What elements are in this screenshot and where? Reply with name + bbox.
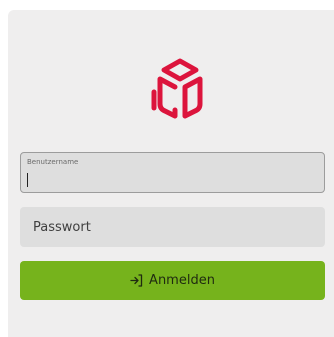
- text-caret: [27, 173, 28, 187]
- login-button-label: Anmelden: [149, 273, 215, 288]
- login-card: Benutzername Anmelden: [8, 10, 334, 337]
- password-field[interactable]: [20, 207, 325, 247]
- login-icon: [130, 274, 143, 287]
- username-label: Benutzername: [27, 158, 79, 166]
- cube-logo-icon: [144, 54, 216, 126]
- username-input[interactable]: [27, 170, 317, 188]
- username-field[interactable]: Benutzername: [20, 152, 325, 193]
- password-input[interactable]: [20, 207, 325, 247]
- login-button[interactable]: Anmelden: [20, 261, 325, 300]
